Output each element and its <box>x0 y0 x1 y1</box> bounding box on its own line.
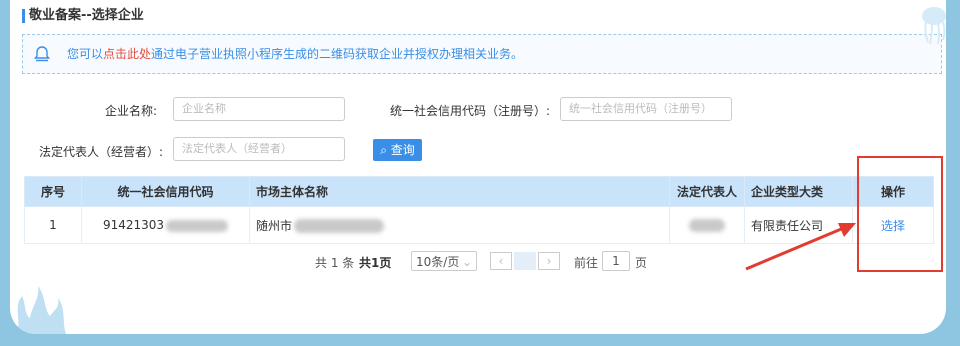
company-name-input[interactable]: 企业名称 <box>173 97 345 121</box>
prev-page-button[interactable]: ‹ <box>490 252 512 270</box>
cell-index: 1 <box>24 206 82 244</box>
red-arrow-annotation <box>745 223 856 271</box>
company-name-label: 企业名称: <box>105 104 158 118</box>
highlight-box <box>857 156 943 272</box>
chevron-down-icon: ⌄ <box>461 255 472 269</box>
current-page[interactable] <box>514 252 536 270</box>
header-legal-rep: 法定代表人 <box>669 176 745 207</box>
jellyfish-decoration <box>922 7 946 45</box>
legal-rep-label: 法定代表人（经营者）: <box>39 145 164 159</box>
search-button-label: 查询 <box>390 143 415 157</box>
total-pages: 共1页 <box>359 256 392 270</box>
next-page-button[interactable]: › <box>538 252 560 270</box>
click-here-link[interactable]: 点击此处 <box>103 47 151 61</box>
notice-suffix: 通过电子营业执照小程序生成的二维码获取企业并授权办理相关业务。 <box>151 47 524 61</box>
header-index: 序号 <box>24 176 82 207</box>
credit-code-input[interactable]: 统一社会信用代码（注册号） <box>560 97 732 121</box>
coral-decoration <box>17 286 66 334</box>
goto-label: 前往 <box>574 256 599 270</box>
bell-icon <box>33 46 51 62</box>
header-name: 市场主体名称 <box>249 176 670 207</box>
total-count: 共 1 条 <box>315 256 355 270</box>
search-icon: ⌕ <box>380 143 387 157</box>
page-title: 敬业备案--选择企业 <box>22 4 144 23</box>
credit-code-label: 统一社会信用代码（注册号）: <box>390 104 551 118</box>
cell-legal-rep <box>669 206 745 244</box>
notice-prefix: 您可以 <box>67 47 104 61</box>
cell-name: 随州市 <box>249 206 670 244</box>
main-card: 敬业备案--选择企业 您可以点击此处通过电子营业执照小程序生成的二维码获取企业并… <box>10 0 946 334</box>
header-credit-code: 统一社会信用代码 <box>81 176 250 207</box>
header-company-type: 企业类型大类 <box>744 176 853 207</box>
page-unit-label: 页 <box>635 256 648 270</box>
goto-page-input[interactable]: 1 <box>602 251 630 271</box>
notice-banner: 您可以点击此处通过电子营业执照小程序生成的二维码获取企业并授权办理相关业务。 <box>22 34 942 74</box>
search-button[interactable]: ⌕ 查询 <box>373 139 422 161</box>
legal-rep-input[interactable]: 法定代表人（经营者） <box>173 137 345 161</box>
page-size-select[interactable]: 10条/页 ⌄ <box>411 251 477 271</box>
cell-credit-code: 91421303 <box>81 206 250 244</box>
